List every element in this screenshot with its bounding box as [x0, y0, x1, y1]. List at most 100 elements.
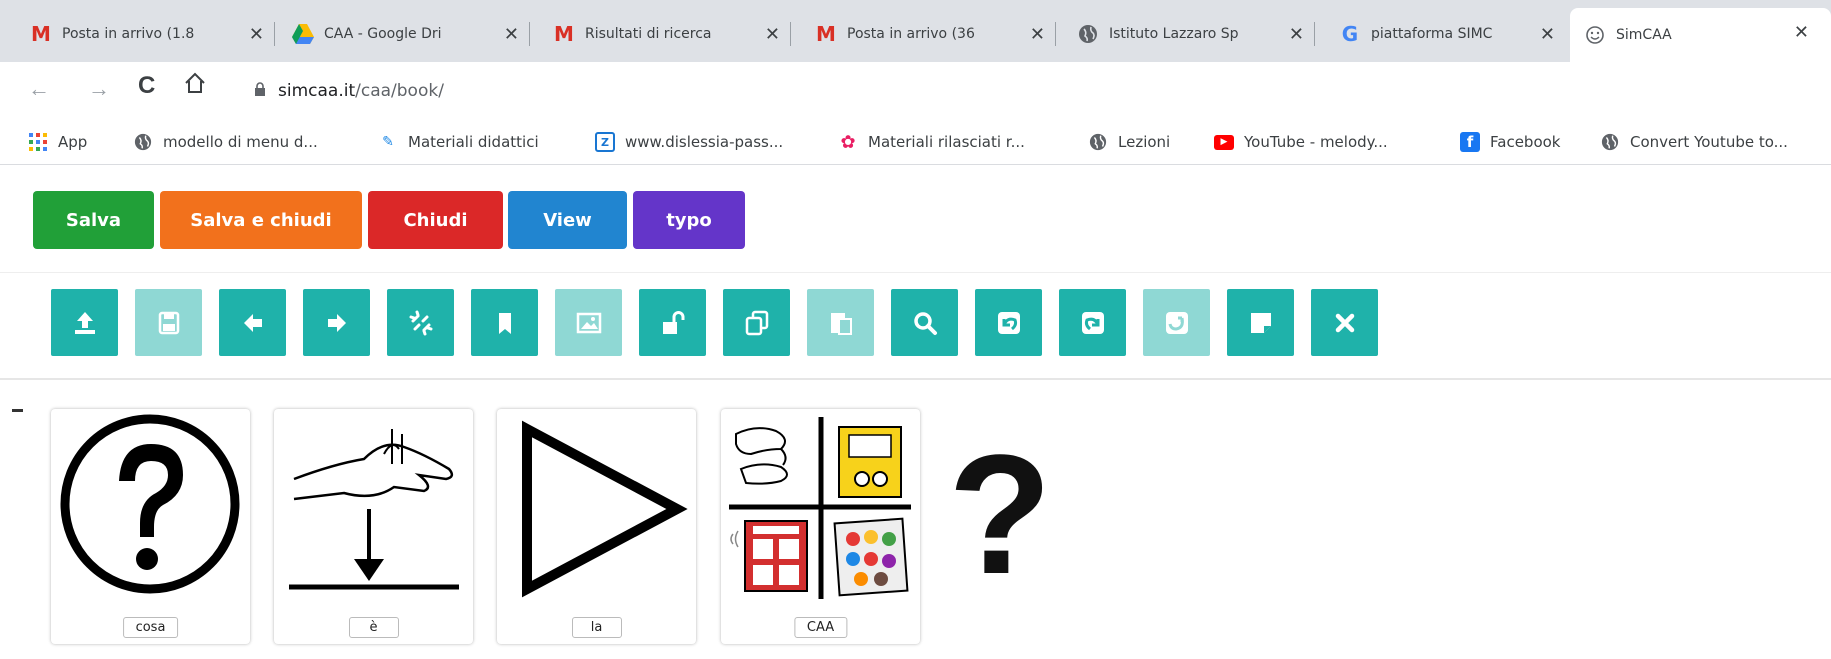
address-bar[interactable]: simcaa.it/caa/book/ — [232, 72, 1792, 110]
globe-icon — [1600, 132, 1620, 152]
bookmark-dislessia[interactable]: Z www.dislessia-pass... — [595, 129, 783, 155]
card-label: la — [571, 617, 622, 638]
bookmark-facebook[interactable]: f Facebook — [1460, 129, 1560, 155]
tab-label: Istituto Lazzaro Sp — [1109, 26, 1239, 42]
undo-icon[interactable] — [975, 289, 1042, 356]
paste-icon — [807, 289, 874, 356]
bookmarks-bar: App modello di menu d... ✎ Materiali did… — [0, 120, 1831, 165]
forward-icon[interactable]: → — [88, 76, 110, 102]
apps-grid-icon — [28, 132, 48, 152]
tab-close-icon[interactable]: ✕ — [1794, 22, 1809, 43]
caa-composite-symbol — [729, 417, 911, 599]
url-host: simcaa.it — [278, 81, 356, 101]
upload-icon[interactable] — [51, 289, 118, 356]
tab-separator — [1314, 22, 1315, 46]
tab-label: SimCAA — [1616, 27, 1672, 43]
close-icon[interactable] — [1311, 289, 1378, 356]
browser-tab-5[interactable]: Istituto Lazzaro Sp ✕ — [1077, 14, 1315, 54]
browser-tab-1[interactable]: M Posta in arrivo (1.8 ✕ — [30, 14, 275, 54]
facebook-icon: f — [1460, 132, 1480, 152]
tab-separator — [274, 22, 275, 46]
browser-tab-active[interactable]: SimCAA ✕ — [1570, 8, 1831, 62]
unlink-icon[interactable] — [387, 289, 454, 356]
bookmark-label: App — [58, 133, 88, 151]
bookmark-materiali-rilasciati[interactable]: ✿ Materiali rilasciati r... — [838, 129, 1024, 155]
bookmark-convert-youtube[interactable]: Convert Youtube to... — [1600, 129, 1788, 155]
image-icon — [555, 289, 622, 356]
collapse-handle[interactable] — [12, 409, 23, 412]
card-label: cosa — [122, 617, 179, 638]
bookmark-label: Materiali didattici — [408, 133, 539, 151]
bookmark-modello-menu[interactable]: modello di menu d... — [133, 129, 318, 155]
tab-close-icon[interactable]: ✕ — [249, 24, 264, 45]
globe-icon — [1088, 132, 1108, 152]
bookmark-app[interactable]: App — [28, 129, 87, 155]
gmail-icon: M — [554, 22, 574, 46]
search-icon[interactable] — [891, 289, 958, 356]
bookmark-label: Lezioni — [1118, 133, 1171, 151]
tab-close-icon[interactable]: ✕ — [1540, 24, 1555, 45]
salva-e-chiudi-button[interactable]: Salva e chiudi — [160, 191, 362, 249]
url-path: /caa/book/ — [355, 81, 444, 101]
materiali-icon: ✎ — [382, 134, 394, 150]
browser-tab-3[interactable]: M Risultati di ricerca ✕ — [553, 14, 791, 54]
card-label: CAA — [793, 617, 848, 638]
tab-separator — [790, 22, 791, 46]
globe-icon — [133, 132, 153, 152]
tab-label: Posta in arrivo (1.8 — [62, 26, 195, 42]
bookmark-label: modello di menu d... — [163, 133, 318, 151]
tab-close-icon[interactable]: ✕ — [504, 24, 519, 45]
bookmark-label: Convert Youtube to... — [1630, 133, 1788, 151]
browser-toolbar: ← → C simcaa.it/caa/book/ — [0, 62, 1831, 120]
view-button[interactable]: View — [508, 191, 627, 249]
symbol-card-e[interactable]: è — [274, 409, 473, 644]
globe-icon — [1077, 23, 1099, 45]
reload-icon[interactable]: C — [138, 72, 155, 100]
chiudi-button[interactable]: Chiudi — [368, 191, 503, 249]
browser-tab-strip: M Posta in arrivo (1.8 ✕ CAA - Google Dr… — [0, 0, 1831, 62]
note-icon[interactable] — [1227, 289, 1294, 356]
browser-tab-4[interactable]: M Posta in arrivo (36 ✕ — [815, 14, 1056, 54]
gmail-icon: M — [816, 22, 836, 46]
hand-sign-symbol — [289, 429, 459, 590]
divider — [0, 272, 1831, 273]
salva-button[interactable]: Salva — [33, 191, 154, 249]
bookmark-label: YouTube - melody... — [1244, 133, 1388, 151]
tab-close-icon[interactable]: ✕ — [1030, 24, 1045, 45]
question-mark-punctuation[interactable]: ? — [948, 430, 1052, 600]
symbol-card-la[interactable]: la — [497, 409, 696, 644]
typo-button[interactable]: typo — [633, 191, 745, 249]
symbol-card-caa[interactable]: CAA — [721, 409, 920, 644]
google-icon: G — [1341, 22, 1359, 46]
bookmark-lezioni[interactable]: Lezioni — [1088, 129, 1170, 155]
arrow-right-icon[interactable] — [303, 289, 370, 356]
simcaa-icon — [1584, 24, 1606, 46]
tab-close-icon[interactable]: ✕ — [1289, 24, 1304, 45]
home-icon[interactable] — [184, 71, 206, 101]
tab-separator — [1055, 22, 1056, 46]
browser-tab-2[interactable]: CAA - Google Dri ✕ — [292, 14, 530, 54]
arrow-left-icon[interactable] — [219, 289, 286, 356]
tab-label: Risultati di ricerca — [585, 26, 712, 42]
tab-close-icon[interactable]: ✕ — [765, 24, 780, 45]
url-text: simcaa.it/caa/book/ — [278, 81, 444, 101]
tab-separator — [529, 22, 530, 46]
lock-icon — [254, 82, 266, 100]
card-label: è — [348, 617, 399, 638]
back-icon[interactable]: ← — [28, 76, 50, 102]
tab-label: CAA - Google Dri — [324, 26, 442, 42]
symbol-card-cosa[interactable]: cosa — [51, 409, 250, 644]
bookmark-materiali-didattici[interactable]: ✎ Materiali didattici — [378, 129, 539, 155]
unlock-icon[interactable] — [639, 289, 706, 356]
redo-icon[interactable] — [1059, 289, 1126, 356]
browser-tab-6[interactable]: G piattaforma SIMC ✕ — [1339, 14, 1565, 54]
flower-icon: ✿ — [840, 131, 856, 153]
copy-icon[interactable] — [723, 289, 790, 356]
bookmark-youtube[interactable]: ▶ YouTube - melody... — [1214, 129, 1388, 155]
google-drive-icon — [292, 23, 314, 45]
divider — [0, 378, 1831, 380]
question-circle-symbol — [60, 414, 240, 594]
refresh-icon — [1143, 289, 1210, 356]
bookmark-icon[interactable] — [471, 289, 538, 356]
play-triangle-symbol — [522, 420, 688, 598]
